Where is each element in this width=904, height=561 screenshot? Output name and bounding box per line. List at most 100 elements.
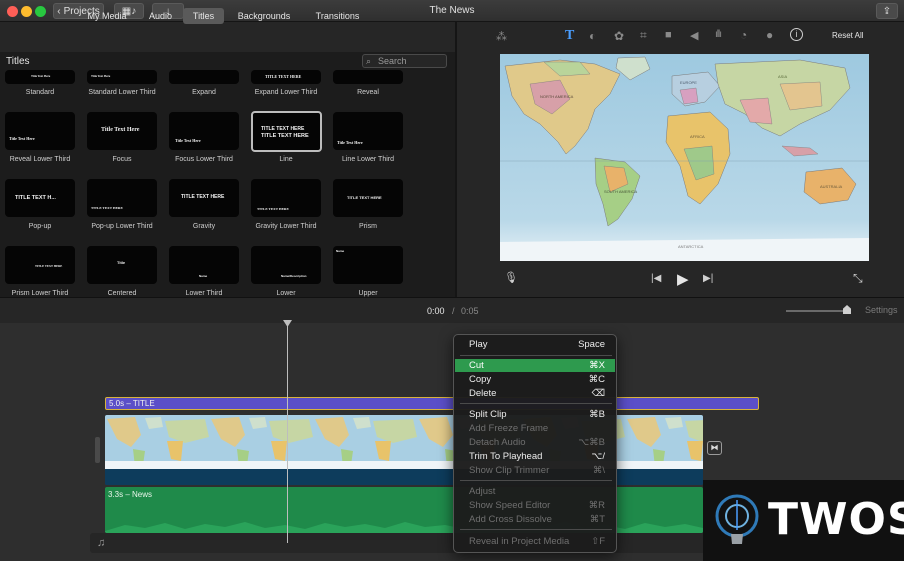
title-label: Pop-up Lower Third (91, 223, 153, 230)
background-music-well[interactable] (90, 533, 710, 553)
title-clip[interactable]: 5.0s – TITLE (105, 397, 759, 410)
playhead[interactable] (287, 323, 288, 543)
tab-my-media[interactable]: My Media (82, 8, 132, 24)
settings-button[interactable]: Settings (865, 305, 898, 315)
menu-item-shortcut: ⌘T (589, 514, 605, 525)
menu-item-shortcut: Space (578, 339, 605, 350)
title-thumbnail[interactable]: Name/Description (251, 246, 321, 284)
title-preview-text: Title Text Here (9, 136, 35, 141)
color-balance-icon[interactable]: ◐ (589, 29, 596, 43)
title-thumbnail[interactable]: Title Text Here (87, 70, 157, 84)
title-preview-text: Name (199, 274, 208, 278)
equalizer-icon[interactable]: ıllı (715, 29, 722, 40)
menu-item-label: Show Clip Trimmer (469, 465, 550, 476)
title-thumbnail[interactable]: Title (87, 246, 157, 284)
menu-item-label: Reveal in Project Media (469, 536, 570, 547)
search-placeholder: Search (378, 56, 407, 66)
map-label: ASIA (778, 74, 788, 79)
title-thumbnail[interactable]: TITLE TEXT HERE (251, 70, 321, 84)
title-label: Gravity (192, 223, 216, 230)
title-thumbnail[interactable]: TITLE TEXT HERE (5, 246, 75, 284)
tab-backgrounds[interactable]: Backgrounds (232, 8, 296, 24)
magic-wand-icon[interactable]: ⁂ (496, 30, 507, 43)
map-video-preview: ANTARCTICA AUSTRALIA AFRICA ASIA EUROPE … (500, 54, 869, 261)
title-label: Focus Lower Third (175, 156, 233, 163)
menu-separator (460, 480, 612, 481)
title-label: Gravity Lower Third (255, 223, 317, 230)
menu-item-label: Add Freeze Frame (469, 423, 549, 434)
menu-item-label: Add Cross Dissolve (469, 514, 552, 525)
play-icon[interactable]: ▶ (677, 270, 689, 288)
menu-item-label: Copy (469, 374, 492, 385)
title-preview-text: Title Text Here (101, 127, 140, 133)
menu-item-label: Delete (469, 388, 497, 399)
stabilization-icon[interactable]: ■ (665, 29, 672, 41)
menu-item-trim-to-playhead[interactable]: Trim To Playhead ⌥/ (455, 450, 615, 463)
transition-icon[interactable]: ⧓ (707, 441, 722, 455)
title-label: Centered (107, 290, 137, 297)
skip-forward-icon[interactable]: ▶| (703, 273, 713, 284)
menu-item-label: Cut (469, 360, 484, 371)
timeline-scroll-handle[interactable] (95, 437, 100, 463)
title-thumbnail[interactable]: Name (333, 246, 403, 284)
menu-item-show-clip-trimmer: Show Clip Trimmer ⌘\ (455, 464, 615, 477)
tab-titles[interactable]: Titles (183, 8, 224, 24)
menu-item-shortcut: ⌥⌘B (578, 437, 605, 448)
share-button[interactable]: ⇪ (876, 3, 898, 19)
title-thumbnail[interactable]: Title Text Here (169, 112, 239, 150)
tab-transitions[interactable]: Transitions (310, 8, 365, 24)
menu-separator (460, 529, 612, 530)
title-preview-text: Title Text Here (175, 138, 201, 143)
text-icon[interactable]: T (565, 28, 574, 44)
title-preview-text: TITLE TEXT HERE (35, 264, 63, 268)
title-label: Line (279, 156, 293, 163)
tab-audio[interactable]: Audio (144, 8, 176, 24)
menu-item-show-speed-editor: Show Speed Editor ⌘R (455, 499, 615, 512)
menu-item-label: Trim To Playhead (469, 451, 543, 462)
speed-icon[interactable]: ◔ (740, 28, 747, 42)
title-label: Standard Lower Third (82, 88, 162, 97)
menu-item-delete[interactable]: Delete ⌫ (455, 387, 615, 400)
title-thumbnail[interactable]: Title Text Here (87, 112, 157, 150)
titles-browser: Titles ⌕ Search Title Text Here Standard… (0, 52, 455, 297)
zoom-slider[interactable] (786, 310, 849, 312)
volume-icon[interactable]: ◀ (690, 29, 698, 42)
menu-item-cut[interactable]: Cut ⌘X (455, 359, 615, 372)
title-label: Expand Lower Third (254, 89, 318, 96)
total-time: 0:05 (461, 306, 479, 316)
microphone-icon[interactable]: 🎙 (504, 271, 518, 284)
title-thumbnail[interactable]: TITLE TEXT HERE (333, 179, 403, 217)
title-thumbnail[interactable]: TITLE TEXT HERE (87, 179, 157, 217)
title-thumbnail[interactable]: Title Text Here (5, 112, 75, 150)
title-label: Reveal (357, 89, 379, 96)
title-thumbnail[interactable] (169, 70, 239, 84)
title-label-text: Standard Lower Third (88, 89, 156, 96)
color-correction-icon[interactable]: ✿ (614, 29, 624, 43)
search-input[interactable]: ⌕ Search (362, 54, 447, 68)
video-frame (313, 415, 417, 469)
title-thumbnail[interactable] (333, 70, 403, 84)
menu-item-split-clip[interactable]: Split Clip ⌘B (455, 408, 615, 421)
title-thumbnail[interactable]: Name (169, 246, 239, 284)
title-thumbnail[interactable]: TITLE TEXT HERE (169, 179, 239, 217)
fullscreen-icon[interactable]: ⤡ (853, 271, 863, 286)
menu-item-copy[interactable]: Copy ⌘C (455, 373, 615, 386)
info-icon[interactable]: i (790, 28, 803, 41)
title-thumbnail[interactable]: TITLE TEXT HERE (251, 179, 321, 217)
title-preview-text: Title Text Here (337, 140, 363, 145)
filter-icon[interactable]: ● (766, 28, 773, 42)
skip-back-icon[interactable]: |◀ (651, 273, 661, 284)
reset-all-button[interactable]: Reset All (832, 31, 864, 40)
title-thumbnail[interactable]: Title Text Here (5, 70, 75, 84)
browser-tab-bar (0, 22, 455, 52)
title-preview-text: TITLE TEXT HERE (181, 194, 225, 200)
menu-item-play[interactable]: Play Space (455, 338, 615, 351)
title-label: Expand (192, 89, 216, 96)
search-icon: ⌕ (366, 56, 372, 66)
title-thumbnail-selected[interactable]: TITLE TEXT HERE TITLE TEXT HERE (251, 111, 322, 152)
menu-item-reveal-in-project-media: Reveal in Project Media ⇧F (455, 535, 615, 548)
lightbulb-icon (715, 494, 759, 544)
crop-icon[interactable]: ⌗ (640, 28, 647, 43)
title-thumbnail[interactable]: Title Text Here (333, 112, 403, 150)
title-thumbnail[interactable]: TITLE TEXT H... (5, 179, 75, 217)
